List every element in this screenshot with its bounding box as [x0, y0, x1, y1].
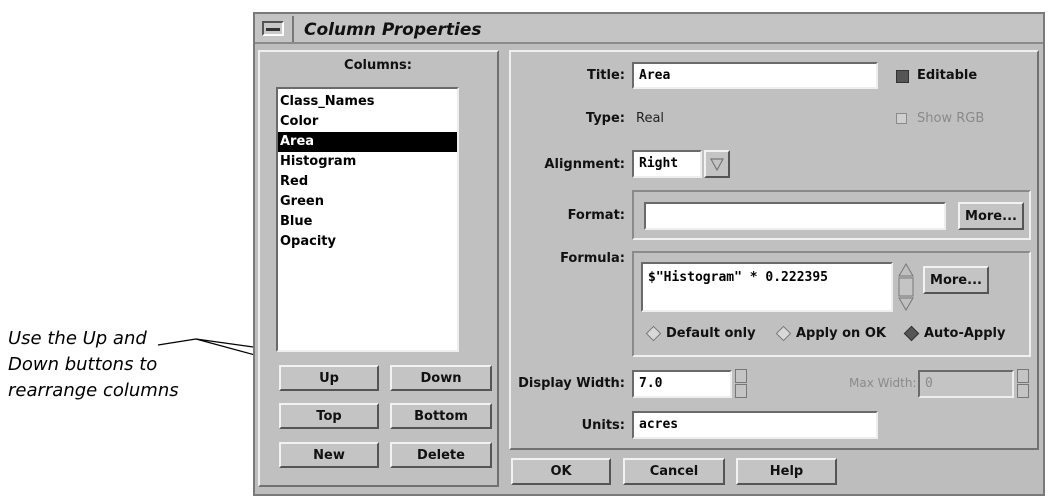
- minus-icon: [266, 28, 280, 31]
- spin-down-icon[interactable]: [1017, 384, 1029, 398]
- format-field[interactable]: [644, 202, 946, 230]
- list-item[interactable]: Class_Names: [278, 92, 457, 112]
- help-button[interactable]: Help: [736, 458, 837, 485]
- radio-diamond-selected-icon: [903, 325, 920, 342]
- window-title: Column Properties: [304, 20, 482, 40]
- spin-up-icon[interactable]: [735, 369, 747, 383]
- list-item[interactable]: Opacity: [278, 232, 457, 252]
- max-width-label: Max Width:: [849, 376, 917, 390]
- radio-auto-apply[interactable]: Auto-Apply: [903, 325, 1006, 342]
- ok-button[interactable]: OK: [511, 458, 611, 485]
- triangle-down-icon: [710, 158, 724, 171]
- formula-label: Formula:: [560, 251, 625, 266]
- radio-auto-apply-label: Auto-Apply: [924, 326, 1006, 341]
- spin-down-icon[interactable]: [735, 384, 747, 398]
- units-field[interactable]: acres: [632, 411, 878, 439]
- alignment-field[interactable]: Right: [632, 150, 702, 178]
- title-label: Title:: [586, 68, 625, 83]
- display-width-spinner[interactable]: [735, 369, 747, 399]
- apply-mode-radios: Default only Apply on OK Auto-Apply: [645, 325, 1028, 346]
- up-button[interactable]: Up: [279, 365, 379, 391]
- format-more-button[interactable]: More...: [958, 202, 1024, 230]
- title-divider: [292, 16, 294, 42]
- radio-default-only[interactable]: Default only: [645, 325, 756, 342]
- list-item[interactable]: Blue: [278, 212, 457, 232]
- delete-button[interactable]: Delete: [390, 442, 492, 468]
- spin-up-icon[interactable]: [1017, 369, 1029, 383]
- list-item[interactable]: Color: [278, 112, 457, 132]
- formula-field[interactable]: $"Histogram" * 0.222395: [641, 262, 893, 312]
- annotation-leader-line: [157, 338, 197, 346]
- type-label: Type:: [585, 111, 625, 126]
- top-button[interactable]: Top: [279, 403, 379, 429]
- columns-list[interactable]: Class_Names Color Area Histogram Red Green Blu…: [276, 87, 459, 352]
- window-menu-button[interactable]: [262, 21, 284, 36]
- formula-scrollbar[interactable]: [898, 262, 914, 312]
- alignment-dropdown-button[interactable]: [704, 150, 730, 178]
- list-item[interactable]: Red: [278, 172, 457, 192]
- max-width-field[interactable]: 0: [918, 370, 1014, 398]
- show-rgb-label: Show RGB: [917, 111, 985, 126]
- editable-checkbox[interactable]: [896, 70, 909, 83]
- radio-apply-on-ok-label: Apply on OK: [796, 326, 886, 341]
- units-label: Units:: [581, 418, 625, 433]
- radio-default-only-label: Default only: [666, 326, 756, 341]
- max-width-spinner[interactable]: [1017, 369, 1029, 399]
- radio-diamond-icon: [645, 325, 662, 342]
- radio-diamond-icon: [775, 325, 792, 342]
- type-value: Real: [636, 111, 665, 126]
- show-rgb-checkbox[interactable]: [896, 113, 907, 124]
- format-label: Format:: [567, 208, 625, 223]
- display-width-field[interactable]: 7.0: [632, 370, 732, 398]
- editable-label: Editable: [917, 68, 978, 83]
- list-item[interactable]: Area: [278, 132, 457, 152]
- new-button[interactable]: New: [279, 442, 379, 468]
- list-item[interactable]: Green: [278, 192, 457, 212]
- cancel-button[interactable]: Cancel: [623, 458, 725, 485]
- formula-more-button[interactable]: More...: [923, 266, 989, 294]
- radio-apply-on-ok[interactable]: Apply on OK: [775, 325, 886, 342]
- columns-heading: Columns:: [344, 58, 412, 73]
- list-item[interactable]: Histogram: [278, 152, 457, 172]
- display-width-label: Display Width:: [518, 376, 625, 391]
- title-field[interactable]: Area: [632, 62, 878, 89]
- alignment-label: Alignment:: [544, 157, 625, 172]
